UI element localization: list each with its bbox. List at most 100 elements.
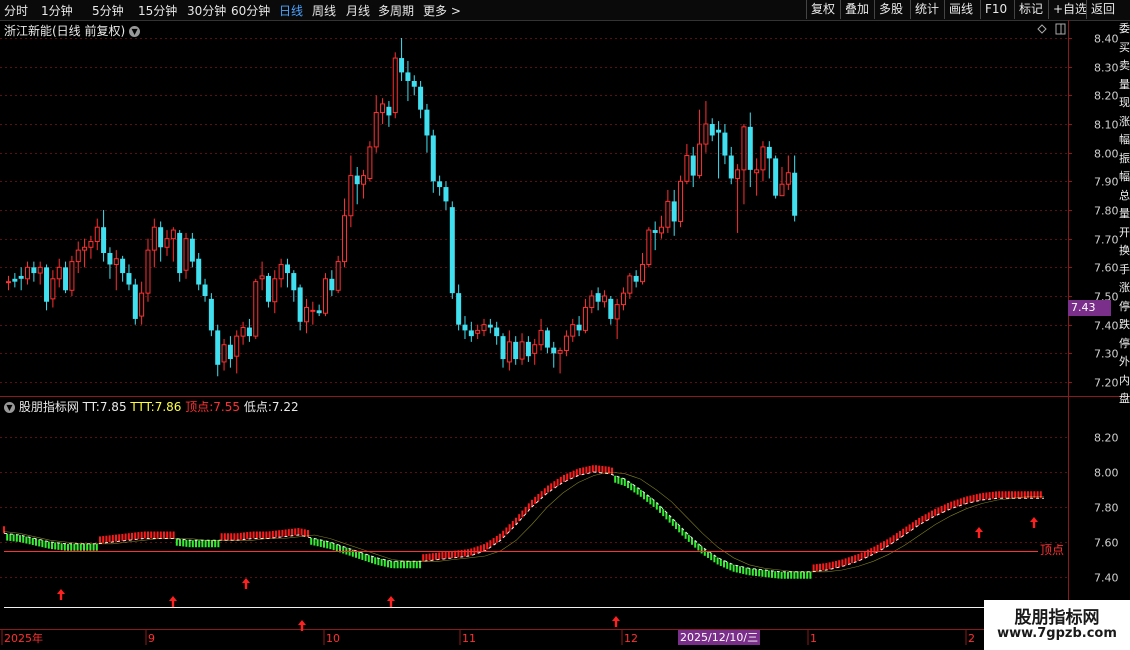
- candle: [25, 261, 31, 285]
- up-arrow-icon: [57, 589, 65, 600]
- candle: [164, 230, 170, 256]
- candle: [367, 141, 373, 182]
- candle-body-up: [506, 341, 512, 363]
- candle: [361, 169, 367, 199]
- indicator-lines: [3, 471, 1068, 608]
- tt-line: [3, 471, 1044, 573]
- candle: [506, 330, 512, 371]
- candle-body-up: [183, 238, 189, 271]
- candle-body-down: [437, 181, 443, 188]
- signal-arrows: [57, 517, 1038, 631]
- candle-body-up: [570, 324, 576, 337]
- candle-body-down: [18, 275, 24, 279]
- candle-body-down: [792, 172, 798, 216]
- candle-body-up: [221, 344, 227, 363]
- candle-body-up: [373, 112, 379, 148]
- indicator-tick-label: 7.40: [1094, 572, 1119, 585]
- candle: [773, 155, 779, 199]
- candle: [221, 339, 227, 371]
- candle-body-down: [449, 207, 455, 294]
- candle-body-up: [234, 335, 240, 357]
- candle: [678, 175, 684, 228]
- current-price-tag: 7.43: [1068, 300, 1111, 316]
- up-arrow-shape: [387, 596, 395, 607]
- candle: [671, 189, 677, 236]
- chart-canvas[interactable]: 8.408.308.208.108.007.907.807.707.607.50…: [0, 0, 1130, 650]
- candle-body-up: [563, 335, 569, 351]
- candle-body-up: [323, 278, 328, 314]
- diamond-icon[interactable]: [1037, 24, 1047, 34]
- candle: [399, 38, 405, 81]
- candle: [437, 175, 443, 196]
- candle: [44, 264, 50, 311]
- candle-body-down: [208, 298, 214, 331]
- candle: [601, 290, 607, 308]
- candle: [227, 336, 233, 368]
- candle-body-down: [12, 278, 18, 282]
- candle-body-down: [608, 298, 614, 319]
- candle: [101, 210, 107, 262]
- side-quote-strip[interactable]: 委买卖量现涨幅振幅总量开换手涨停跌停外内盘: [1119, 20, 1130, 650]
- candle: [735, 164, 741, 233]
- candle-body-up: [475, 329, 481, 334]
- up-arrow-shape: [612, 616, 620, 627]
- candle: [31, 261, 37, 282]
- candle-body-up: [392, 57, 398, 114]
- candle-body-down: [386, 106, 392, 116]
- candle-body-down: [399, 58, 405, 73]
- candle-body-up: [538, 329, 544, 346]
- candle: [120, 255, 126, 282]
- candle-body-up: [151, 226, 157, 251]
- candle: [208, 293, 214, 337]
- up-arrow-icon: [387, 596, 395, 607]
- price-tick-label: 7.80: [1094, 205, 1119, 218]
- candle: [513, 336, 519, 365]
- candle-body-down: [44, 267, 50, 302]
- candle-body-down: [728, 155, 734, 179]
- candle-body-up: [170, 229, 176, 240]
- up-arrow-icon: [612, 616, 620, 627]
- indicator-grid: [0, 437, 1068, 578]
- candle-body-down: [158, 227, 164, 248]
- candle: [113, 250, 119, 291]
- candle: [538, 318, 544, 351]
- candle-body-down: [189, 238, 195, 262]
- up-arrow-shape: [975, 527, 983, 538]
- candle-body-up: [94, 226, 100, 243]
- candle: [246, 318, 252, 342]
- candle-body-up: [627, 275, 633, 294]
- candle: [468, 321, 474, 342]
- candle: [449, 201, 455, 299]
- candle-body-up: [481, 324, 487, 331]
- candle: [792, 155, 798, 222]
- candle: [145, 238, 151, 302]
- candle-body-down: [500, 336, 506, 360]
- candle-body-down: [126, 273, 132, 285]
- candle-body-down: [291, 273, 297, 291]
- time-label: 11: [462, 632, 476, 645]
- candle: [665, 189, 671, 233]
- candle-body-up: [620, 292, 626, 306]
- candle-body-down: [551, 347, 557, 354]
- watermark-url: www.7gpzb.com: [997, 626, 1117, 641]
- candle: [386, 101, 392, 127]
- candle-body-up: [678, 180, 684, 222]
- candle: [323, 273, 328, 317]
- candle: [487, 318, 493, 334]
- candle: [659, 215, 665, 239]
- candle-body-up: [659, 226, 665, 234]
- candle: [418, 81, 424, 119]
- candle: [291, 270, 297, 302]
- candle: [259, 261, 265, 291]
- candle-body-up: [601, 295, 607, 303]
- candle-body-up: [342, 215, 348, 263]
- candle-body-down: [652, 230, 658, 233]
- candle: [202, 278, 208, 302]
- candle: [329, 270, 335, 296]
- candle: [18, 267, 24, 291]
- candle-body-up: [310, 309, 316, 312]
- candle-body-up: [519, 341, 525, 360]
- candle-body-up: [665, 200, 671, 228]
- candle-body-down: [773, 158, 779, 196]
- candle: [297, 284, 303, 331]
